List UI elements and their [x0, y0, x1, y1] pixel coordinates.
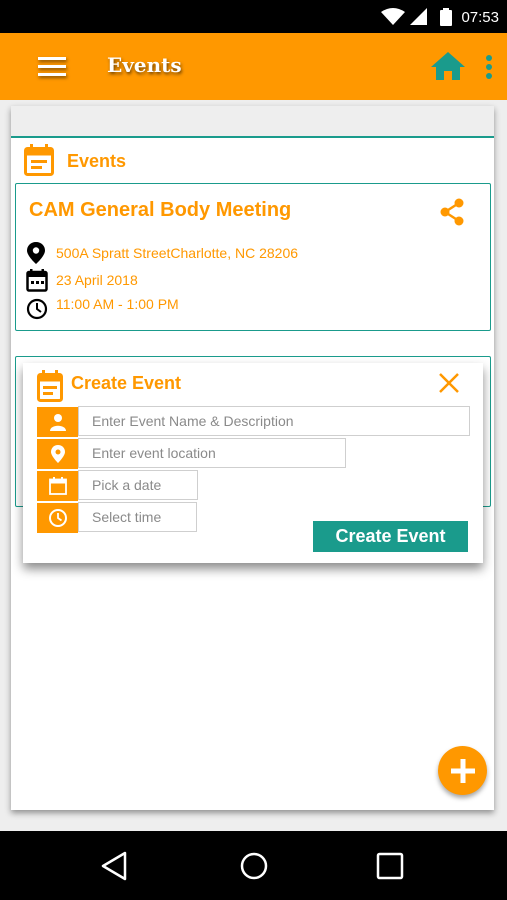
back-icon[interactable]: [100, 851, 128, 881]
clock-icon: [37, 503, 78, 533]
calendar-icon: [37, 370, 63, 402]
signal-icon: [410, 8, 427, 25]
event-time-row: 11:00 AM - 1:00 PM: [26, 296, 179, 320]
event-date: 23 April 2018: [56, 272, 138, 288]
menu-icon[interactable]: [38, 57, 66, 77]
wifi-icon: [381, 8, 405, 25]
add-event-button[interactable]: [438, 746, 487, 795]
clock-icon: [26, 298, 48, 320]
event-location-row: 500A Spratt StreetCharlotte, NC 28206: [26, 241, 298, 265]
home-icon[interactable]: [430, 51, 466, 81]
events-heading: Events: [67, 151, 127, 171]
event-title: CAM General Body Meeting: [29, 199, 292, 221]
create-event-dialog: Create Event Create Event: [23, 363, 483, 563]
plus-icon: [450, 758, 475, 783]
dialog-title: Create Event: [71, 373, 182, 393]
calendar-icon: [37, 471, 78, 501]
events-section-header: Events: [24, 144, 126, 176]
square-recents-icon[interactable]: [376, 851, 404, 881]
event-date-row: 23 April 2018: [26, 268, 138, 292]
event-time: 11:00 AM - 1:00 PM: [56, 296, 179, 312]
more-vert-icon[interactable]: [484, 55, 494, 81]
calendar-icon: [26, 269, 48, 292]
event-card[interactable]: CAM General Body Meeting 500A Spratt Str…: [15, 183, 491, 331]
location-pin-icon: [37, 439, 78, 469]
battery-icon: [440, 8, 452, 26]
event-location-input[interactable]: [78, 438, 346, 468]
person-icon: [37, 407, 78, 437]
time-picker-input[interactable]: [78, 502, 197, 532]
status-time: 07:53: [461, 9, 499, 26]
app-title: Events: [107, 53, 182, 77]
create-event-button[interactable]: Create Event: [313, 521, 468, 552]
calendar-icon: [24, 144, 54, 176]
event-name-input[interactable]: [78, 406, 470, 436]
app-bar: Events: [0, 33, 507, 100]
location-pin-icon: [27, 242, 45, 264]
share-icon[interactable]: [438, 198, 466, 226]
event-location: 500A Spratt StreetCharlotte, NC 28206: [56, 245, 299, 261]
system-navigation-bar: [0, 831, 507, 900]
close-icon[interactable]: [437, 371, 461, 395]
circle-home-icon[interactable]: [239, 851, 269, 881]
date-picker-input[interactable]: [78, 470, 198, 500]
status-bar: 07:53: [0, 0, 507, 33]
